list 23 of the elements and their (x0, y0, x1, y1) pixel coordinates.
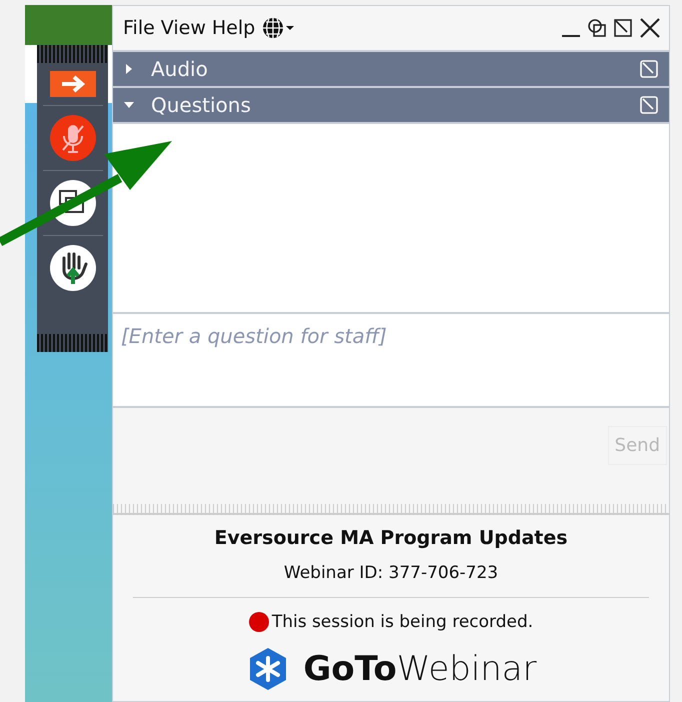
windows-icon[interactable] (48, 179, 96, 227)
menu-item[interactable]: View (160, 17, 206, 39)
drag-grip[interactable] (37, 45, 108, 63)
menu-item[interactable]: Help (212, 17, 256, 39)
popout-icon[interactable] (613, 18, 633, 38)
arrow-right-icon[interactable] (50, 71, 96, 97)
webinar-id: Webinar ID: 377-706-723 (284, 563, 498, 583)
question-input-field[interactable]: [Enter a question for staff] (113, 312, 669, 408)
pane-title: Questions (151, 93, 251, 117)
resize-grip[interactable] (113, 504, 669, 515)
muted-microphone-icon[interactable] (48, 114, 96, 162)
recording-notice: This session is being recorded. (272, 612, 534, 632)
pane-header[interactable]: Questions (113, 86, 669, 122)
pane-header[interactable]: Audio (113, 50, 669, 86)
gotowebinar-logo-text: GoToWebinar (303, 649, 537, 689)
raise-hand-icon[interactable] (48, 244, 96, 292)
session-title: Eversource MA Program Updates (214, 527, 568, 549)
restore-icon[interactable] (587, 18, 607, 38)
globe-dropdown-icon[interactable] (261, 16, 296, 40)
drag-grip[interactable] (37, 334, 108, 352)
pane-title: Audio (151, 57, 208, 81)
menu-item[interactable]: File (123, 17, 155, 39)
close-icon[interactable] (639, 17, 661, 39)
